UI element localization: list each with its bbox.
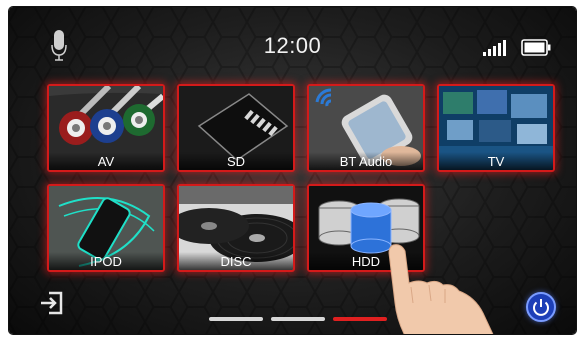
tile-label: BT Audio xyxy=(309,152,423,170)
signal-icon xyxy=(483,40,506,56)
exit-icon[interactable] xyxy=(39,290,65,316)
head-unit-screen: 12:00 AV SD BT Audio TV IPOD DISC HDD xyxy=(9,7,576,334)
tile-tv[interactable]: TV xyxy=(437,84,555,172)
pointing-hand-image xyxy=(388,244,494,334)
tile-label: IPOD xyxy=(49,252,163,270)
tile-av[interactable]: AV xyxy=(47,84,165,172)
tile-label: TV xyxy=(439,152,553,170)
tile-bt-audio[interactable]: BT Audio xyxy=(307,84,425,172)
tile-ipod[interactable]: IPOD xyxy=(47,184,165,272)
page-indicator-2[interactable] xyxy=(271,317,325,321)
power-icon xyxy=(533,299,549,316)
status-bar: 12:00 xyxy=(9,7,576,77)
power-button[interactable] xyxy=(526,292,556,322)
tile-label: DISC xyxy=(179,252,293,270)
page-indicator-1[interactable] xyxy=(209,317,263,321)
tile-sd[interactable]: SD xyxy=(177,84,295,172)
battery-icon xyxy=(521,39,551,56)
tile-label: SD xyxy=(179,152,293,170)
tile-label: AV xyxy=(49,152,163,170)
tile-disc[interactable]: DISC xyxy=(177,184,295,272)
